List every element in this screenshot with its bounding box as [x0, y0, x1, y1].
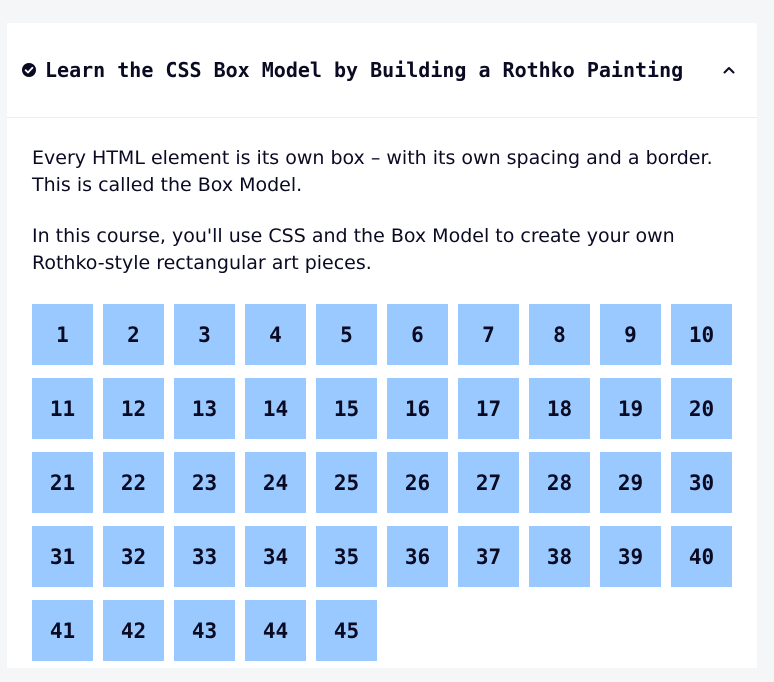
- course-block-header[interactable]: Learn the CSS Box Model by Building a Ro…: [7, 23, 757, 118]
- course-block-title: Learn the CSS Box Model by Building a Ro…: [45, 58, 684, 82]
- step-button[interactable]: 7: [458, 304, 519, 365]
- course-description-paragraph: In this course, you'll use CSS and the B…: [32, 225, 675, 274]
- check-circle-icon: [22, 63, 36, 77]
- step-button[interactable]: 9: [600, 304, 661, 365]
- course-block-content: Every HTML element is its own box – with…: [7, 118, 757, 661]
- step-button[interactable]: 25: [316, 452, 377, 513]
- step-button[interactable]: 24: [245, 452, 306, 513]
- step-button[interactable]: 41: [32, 600, 93, 661]
- step-button[interactable]: 11: [32, 378, 93, 439]
- step-button[interactable]: 21: [32, 452, 93, 513]
- step-button[interactable]: 37: [458, 526, 519, 587]
- chevron-up-icon[interactable]: [722, 63, 736, 77]
- step-button[interactable]: 40: [671, 526, 732, 587]
- step-button[interactable]: 33: [174, 526, 235, 587]
- step-button[interactable]: 27: [458, 452, 519, 513]
- step-button[interactable]: 44: [245, 600, 306, 661]
- step-button[interactable]: 45: [316, 600, 377, 661]
- step-button[interactable]: 29: [600, 452, 661, 513]
- step-button[interactable]: 10: [671, 304, 732, 365]
- step-button[interactable]: 15: [316, 378, 377, 439]
- step-button[interactable]: 3: [174, 304, 235, 365]
- step-button[interactable]: 31: [32, 526, 93, 587]
- step-button[interactable]: 30: [671, 452, 732, 513]
- step-button[interactable]: 18: [529, 378, 590, 439]
- step-button[interactable]: 38: [529, 526, 590, 587]
- step-button[interactable]: 34: [245, 526, 306, 587]
- step-button[interactable]: 26: [387, 452, 448, 513]
- step-button[interactable]: 4: [245, 304, 306, 365]
- step-button[interactable]: 19: [600, 378, 661, 439]
- step-button[interactable]: 1: [32, 304, 93, 365]
- step-button[interactable]: 22: [103, 452, 164, 513]
- step-button[interactable]: 16: [387, 378, 448, 439]
- step-button[interactable]: 43: [174, 600, 235, 661]
- step-button[interactable]: 36: [387, 526, 448, 587]
- course-description-paragraph: Every HTML element is its own box – with…: [32, 147, 713, 196]
- step-button[interactable]: 17: [458, 378, 519, 439]
- step-button[interactable]: 5: [316, 304, 377, 365]
- step-grid: 1 2 3 4 5 6 7 8 9 10 11 12 13 14 15 16 17 18 19 20 21 22 23 24 2…: [32, 304, 732, 661]
- step-button[interactable]: 14: [245, 378, 306, 439]
- step-button[interactable]: 2: [103, 304, 164, 365]
- step-button[interactable]: 13: [174, 378, 235, 439]
- step-button[interactable]: 28: [529, 452, 590, 513]
- step-button[interactable]: 42: [103, 600, 164, 661]
- step-button[interactable]: 35: [316, 526, 377, 587]
- step-button[interactable]: 8: [529, 304, 590, 365]
- step-button[interactable]: 6: [387, 304, 448, 365]
- course-block-panel: Learn the CSS Box Model by Building a Ro…: [7, 23, 757, 668]
- step-button[interactable]: 23: [174, 452, 235, 513]
- step-button[interactable]: 32: [103, 526, 164, 587]
- step-button[interactable]: 12: [103, 378, 164, 439]
- step-button[interactable]: 39: [600, 526, 661, 587]
- step-button[interactable]: 20: [671, 378, 732, 439]
